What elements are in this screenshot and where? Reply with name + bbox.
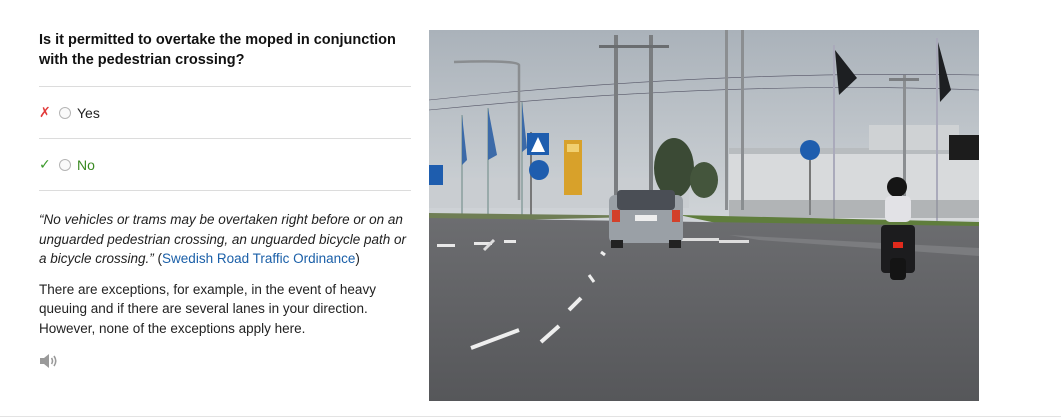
divider xyxy=(0,416,1061,417)
wrong-mark-icon: ✗ xyxy=(39,104,51,120)
option-label: Yes xyxy=(77,104,100,121)
question-text: Is it permitted to overtake the moped in… xyxy=(39,32,396,68)
correct-mark-icon: ✓ xyxy=(39,156,51,172)
source-link[interactable]: Swedish Road Traffic Ordinance xyxy=(162,251,355,266)
option-label: No xyxy=(77,156,95,173)
radio-button[interactable] xyxy=(59,106,71,119)
radio-button[interactable] xyxy=(59,158,71,171)
question-panel: Is it permitted to overtake the moped in… xyxy=(39,30,411,369)
quote-paren-open: ( xyxy=(153,251,163,266)
quote-paren-close: ) xyxy=(355,251,360,266)
speaker-icon[interactable] xyxy=(39,353,59,369)
explanation-text: There are exceptions, for example, in th… xyxy=(39,281,376,336)
law-quote: “No vehicles or trams may be overtaken r… xyxy=(39,210,411,269)
scene-photo xyxy=(429,30,979,401)
option-yes[interactable]: ✗ Yes xyxy=(39,86,411,138)
option-no[interactable]: ✓ No xyxy=(39,138,411,191)
